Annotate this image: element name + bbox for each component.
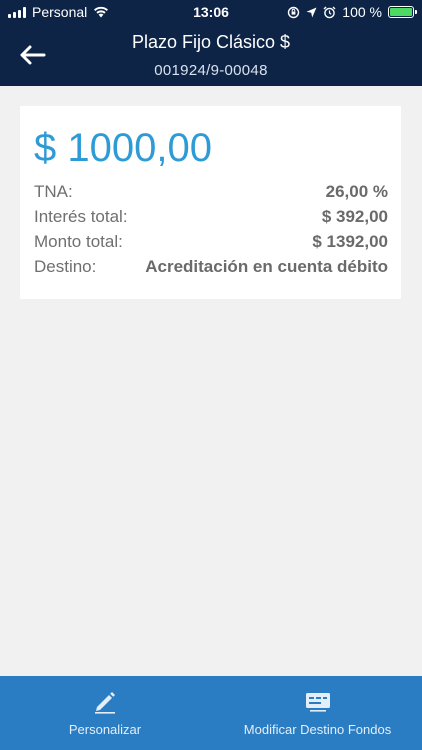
location-icon	[306, 7, 317, 17]
deposit-amount: $ 1000,00	[34, 126, 212, 170]
personalize-label: Personalizar	[68, 722, 142, 737]
page-title: Plazo Fijo Clásico $	[131, 32, 291, 52]
status-right: 100 %	[287, 4, 417, 20]
detail-row-interest: Interés total: $ 392,00	[34, 205, 388, 229]
detail-row-tna: TNA: 26,00 %	[34, 180, 388, 204]
app-header: Personal 13:06 100 % Plazo Fijo Clásico …	[0, 0, 422, 86]
detail-row-total: Monto total: $ 1392,00	[34, 230, 388, 254]
alarm-icon	[323, 6, 336, 18]
rotation-lock-icon	[288, 6, 300, 18]
modify-destination-label: Modificar Destino Fondos	[243, 722, 392, 737]
battery-icon	[388, 6, 417, 18]
account-number: 001924/9-00048	[154, 62, 268, 79]
status-bar: Personal 13:06 100 %	[0, 0, 422, 24]
detail-value: 26,00 %	[325, 182, 388, 201]
detail-label: Monto total:	[34, 232, 123, 251]
detail-row-destination: Destino: Acreditación en cuenta débito	[34, 255, 388, 279]
modify-destination-button[interactable]: Modificar Destino Fondos	[230, 676, 405, 750]
bottom-action-bar: Personalizar Modificar Destino Fondos	[0, 676, 422, 750]
detail-value: $ 1392,00	[312, 232, 388, 251]
detail-label: Destino:	[34, 257, 97, 276]
detail-value: Acreditación en cuenta débito	[145, 257, 388, 276]
detail-value: $ 392,00	[321, 207, 388, 226]
personalize-button[interactable]: Personalizar	[40, 676, 170, 750]
detail-label: TNA:	[34, 182, 73, 201]
card-icon	[305, 693, 330, 712]
battery-percent: 100 %	[342, 4, 382, 20]
battery-level-fill	[390, 8, 412, 16]
pencil-icon	[95, 692, 115, 714]
deposit-summary-card: $ 1000,00 TNA: 26,00 % Interés total: $ …	[20, 106, 401, 299]
detail-label: Interés total:	[34, 207, 128, 226]
